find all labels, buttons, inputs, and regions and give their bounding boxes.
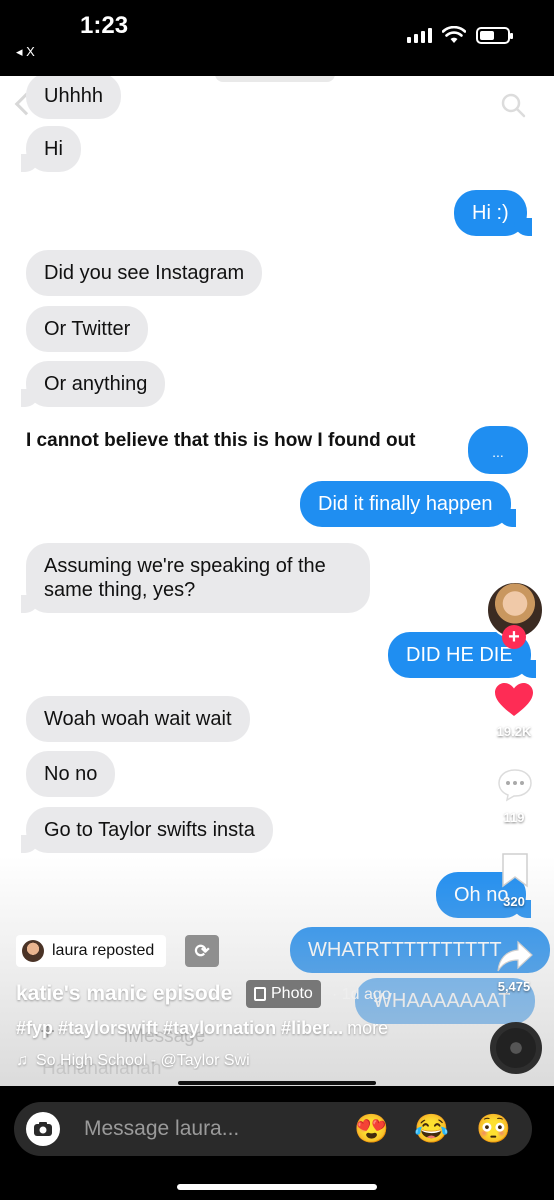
repost-icon[interactable]: ⟳ [185, 935, 219, 967]
reposter-avatar [22, 940, 44, 962]
sound-row[interactable]: ♫ So High School - @Taylor Swi [16, 1052, 286, 1070]
signal-icon [407, 27, 432, 43]
save-count: 320 [503, 894, 525, 909]
status-time: 1:23 [80, 12, 129, 39]
like-count: 19.2K [496, 724, 532, 739]
progress-bar[interactable] [178, 1081, 376, 1085]
status-icons [407, 26, 513, 44]
message-bubble: Go to Taylor swifts insta [21, 807, 273, 853]
message-bubble: Or Twitter [26, 306, 149, 352]
back-to-app-link[interactable]: ◂ X [16, 44, 35, 60]
home-indicator [177, 1184, 377, 1190]
message-input-bar[interactable]: Message laura... 😍 😂 😳 [14, 1102, 532, 1156]
share-arrow-icon[interactable] [496, 940, 534, 974]
heart-eyes-emoji-button[interactable]: 😍 [354, 1114, 389, 1144]
comment-icon[interactable] [497, 768, 533, 802]
message-bubble: Hi :) [454, 190, 532, 236]
message-bubble: ... [468, 426, 528, 474]
bottom-bar: Message laura... 😍 😂 😳 [0, 1086, 554, 1200]
search-icon [501, 93, 526, 118]
flushed-emoji-button[interactable]: 😳 [476, 1114, 511, 1144]
hashtags-text[interactable]: #fyp #taylorswift #taylornation #liber..… [16, 1018, 343, 1038]
message-bubble: Hi [21, 126, 81, 172]
wifi-icon [442, 26, 466, 43]
more-link[interactable]: more [347, 1018, 388, 1038]
heart-icon[interactable] [494, 682, 534, 718]
message-bubble: Woah woah wait wait [26, 696, 250, 742]
overlay-caption: I cannot believe that this is how I foun… [26, 430, 416, 451]
post-title[interactable]: katie's manic episode [16, 982, 232, 1006]
message-bubble: Or anything [20, 361, 166, 407]
message-bubble: No no [26, 751, 116, 797]
post-hashtags[interactable]: #fyp #taylorswift #taylornation #liber..… [16, 1018, 388, 1039]
tears-of-joy-emoji-button[interactable]: 😂 [414, 1114, 449, 1144]
share-count: 5,475 [497, 979, 531, 994]
status-bar: 1:23 ◂ X [0, 0, 554, 76]
message-bubble: Uhhhh [26, 76, 121, 119]
photo-badge: Photo [246, 980, 321, 1008]
photo-badge-label: Photo [271, 985, 313, 1002]
comment-count: 119 [503, 810, 525, 825]
post-age: · 1d ago [332, 986, 391, 1003]
message-bubble: Did you see Instagram [26, 250, 263, 296]
repost-label: laura reposted [52, 942, 155, 959]
sound-disc[interactable] [490, 1022, 542, 1074]
music-note-icon: ♫ [16, 1052, 28, 1069]
follow-plus-button[interactable]: + [502, 625, 526, 649]
sound-name[interactable]: So High School - @Taylor Swi [36, 1052, 250, 1070]
photo-icon [254, 987, 266, 1001]
message-bubble: Did it finally happen [300, 481, 516, 527]
battery-icon [476, 26, 513, 44]
photo-notch [215, 76, 335, 82]
bookmark-icon[interactable] [500, 852, 530, 888]
message-bubble: Assuming we're speaking of the same thin… [21, 543, 370, 613]
message-input[interactable]: Message laura... [84, 1117, 239, 1141]
reposted-by-chip[interactable]: laura reposted [16, 935, 167, 967]
camera-icon[interactable] [26, 1112, 60, 1146]
